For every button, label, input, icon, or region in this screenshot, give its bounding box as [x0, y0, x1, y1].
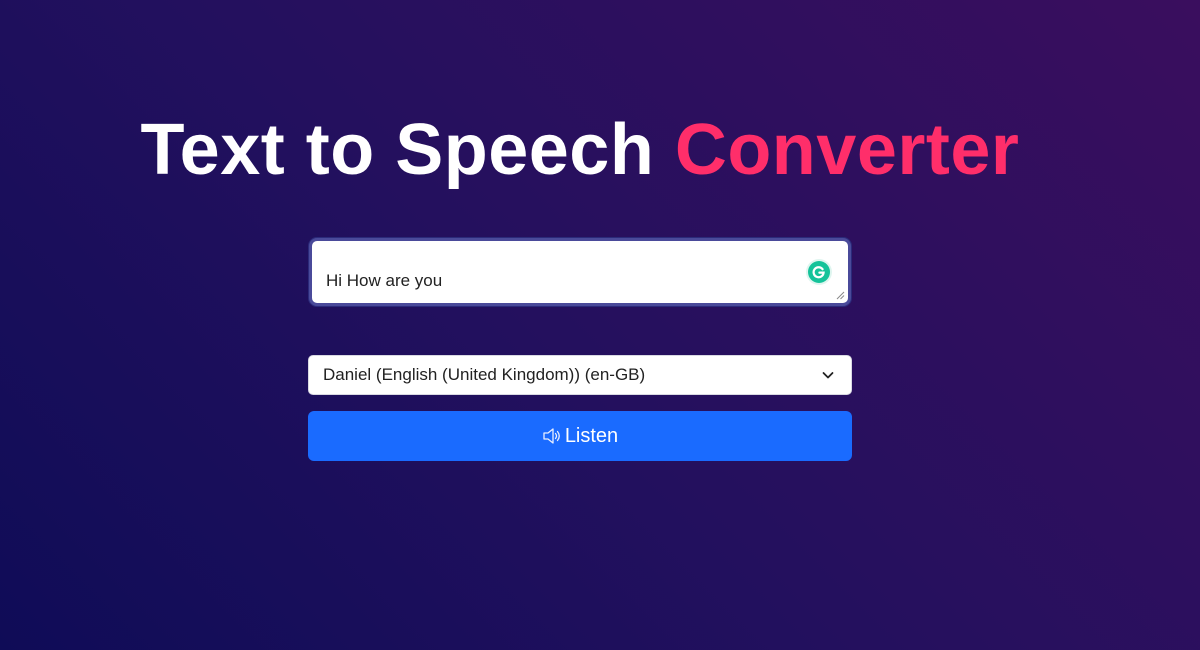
page-title: Text to Speech Converter: [0, 106, 1160, 194]
voice-select-value: Daniel (English (United Kingdom)) (en-GB…: [323, 365, 646, 384]
chevron-down-icon: [822, 372, 834, 379]
grammarly-icon[interactable]: [808, 261, 830, 283]
speaker-icon: [543, 428, 560, 444]
text-input[interactable]: [312, 241, 848, 303]
title-accent: Converter: [674, 110, 1020, 190]
text-input-container: [309, 238, 851, 306]
listen-button[interactable]: Listen: [308, 411, 852, 461]
listen-button-label: Listen: [564, 424, 619, 447]
resize-handle-icon[interactable]: [835, 290, 845, 300]
title-main: Text to Speech: [140, 110, 675, 190]
voice-select[interactable]: Daniel (English (United Kingdom)) (en-GB…: [308, 355, 852, 395]
